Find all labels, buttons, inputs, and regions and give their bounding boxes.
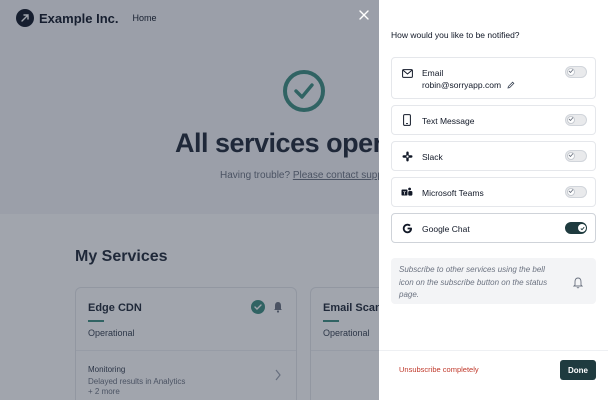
info-text: Subscribe to other services using the be… [399, 265, 548, 299]
teams-icon: T [401, 186, 413, 198]
google-icon [401, 222, 413, 234]
mail-icon [401, 67, 413, 79]
google-chat-toggle[interactable] [565, 222, 587, 234]
option-google-chat[interactable]: Google Chat [391, 213, 596, 243]
email-value: robin@sorryapp.com [422, 80, 502, 90]
toggle-off-check-icon [568, 189, 574, 194]
info-callout: Subscribe to other services using the be… [391, 258, 596, 304]
option-microsoft-teams[interactable]: T Microsoft Teams [391, 177, 596, 207]
pencil-icon[interactable] [507, 81, 515, 89]
option-label: Email [422, 68, 444, 78]
option-text-message[interactable]: Text Message [391, 105, 596, 135]
toggle-off-check-icon [568, 153, 574, 158]
slack-icon [401, 150, 413, 162]
text-message-toggle[interactable] [565, 114, 587, 126]
phone-icon [401, 114, 413, 126]
close-icon[interactable] [358, 8, 370, 20]
slack-toggle[interactable] [565, 150, 587, 162]
option-slack[interactable]: Slack [391, 141, 596, 171]
toggle-off-check-icon [568, 117, 574, 122]
toggle-on-check-icon [580, 226, 585, 231]
option-label: Microsoft Teams [422, 188, 484, 198]
option-email[interactable]: Email robin@sorryapp.com [391, 57, 596, 99]
email-toggle[interactable] [565, 66, 587, 78]
option-label: Text Message [422, 116, 475, 126]
notification-drawer: How would you like to be notified? Email… [379, 0, 608, 400]
done-button[interactable]: Done [560, 360, 596, 380]
footer-divider [379, 350, 608, 351]
option-label: Slack [422, 152, 443, 162]
toggle-off-check-icon [568, 69, 574, 74]
microsoft-teams-toggle[interactable] [565, 186, 587, 198]
option-label: Google Chat [422, 224, 470, 234]
bell-icon [572, 276, 584, 294]
unsubscribe-link[interactable]: Unsubscribe completely [399, 365, 479, 374]
svg-text:T: T [403, 190, 406, 195]
drawer-title: How would you like to be notified? [391, 30, 520, 40]
email-address: robin@sorryapp.com [422, 80, 515, 90]
